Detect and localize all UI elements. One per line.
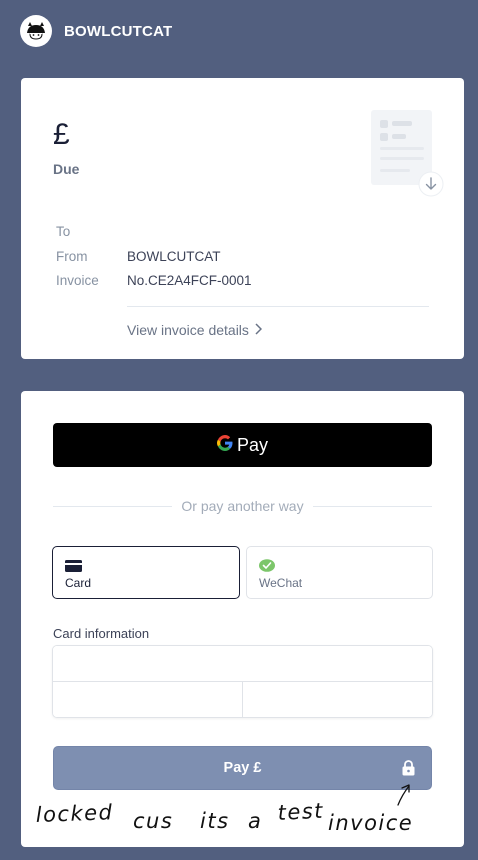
or-pay-divider: Or pay another way	[53, 498, 433, 514]
invoice-label: Invoice	[56, 273, 99, 288]
from-value: BOWLCUTCAT	[127, 249, 221, 264]
card-information-fields	[52, 645, 433, 718]
payment-card: Pay Or pay another way Card WeChat Card …	[21, 391, 464, 847]
view-invoice-details-label: View invoice details	[127, 322, 249, 338]
card-cvc-input[interactable]	[243, 682, 432, 717]
payment-method-wechat[interactable]: WeChat	[246, 546, 433, 599]
card-expiry-input[interactable]	[53, 682, 243, 717]
card-method-label: Card	[65, 576, 92, 590]
card-number-input[interactable]	[53, 646, 432, 682]
brand-name: BOWLCUTCAT	[64, 22, 173, 40]
from-label: From	[56, 249, 88, 264]
view-invoice-details-link[interactable]: View invoice details	[127, 322, 262, 338]
credit-card-icon	[65, 559, 82, 577]
google-g-icon	[216, 434, 233, 456]
to-row: To	[56, 224, 127, 239]
divider-line-right	[312, 505, 433, 507]
header: BOWLCUTCAT	[20, 15, 172, 47]
bowlcutcat-logo-icon[interactable]	[20, 15, 52, 47]
invoice-number-row: Invoice No.CE2A4FCF-0001	[56, 273, 252, 288]
invoice-number: No.CE2A4FCF-0001	[127, 273, 252, 288]
from-row: From BOWLCUTCAT	[56, 249, 221, 264]
payment-method-card[interactable]: Card	[52, 546, 240, 599]
google-pay-label: Pay	[236, 434, 269, 455]
pay-button[interactable]: Pay £	[53, 746, 432, 790]
divider	[127, 306, 429, 307]
google-pay-button[interactable]: Pay	[53, 423, 432, 467]
invoice-download-icon[interactable]	[370, 109, 444, 199]
amount-due: £	[53, 118, 70, 151]
or-pay-text: Or pay another way	[181, 498, 304, 514]
invoice-summary-card: £ Due To From BOWLCUTCAT Invoice No.CE2A…	[21, 78, 464, 359]
lock-icon	[402, 760, 415, 781]
card-information-label: Card information	[53, 626, 150, 641]
to-label: To	[56, 224, 71, 239]
pay-button-label: Pay £	[223, 760, 262, 776]
wechat-method-label: WeChat	[259, 576, 303, 590]
due-label: Due	[53, 161, 80, 177]
divider-line-left	[53, 505, 173, 507]
chevron-right-icon	[255, 322, 262, 338]
